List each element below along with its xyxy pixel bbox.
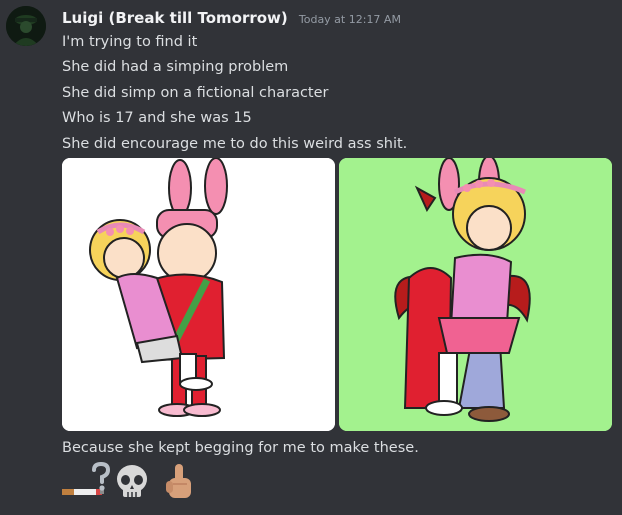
message-header: Luigi (Break till Tomorrow) Today at 12:…	[62, 8, 401, 27]
cartoon-couple-illustration-icon	[62, 158, 335, 431]
image-attachment-1[interactable]	[62, 158, 335, 431]
username[interactable]: Luigi (Break till Tomorrow)	[62, 9, 288, 27]
soldier-avatar-icon	[6, 6, 46, 46]
timestamp[interactable]: Today at 12:17 AM	[299, 13, 401, 26]
question-mark-emoji-icon	[92, 462, 111, 491]
middle-finger-emoji-icon	[166, 464, 191, 498]
message-line: She did had a simping problem	[62, 59, 289, 75]
cartoon-couple-illustration-green-icon	[339, 158, 612, 431]
message-line: Who is 17 and she was 15	[62, 110, 252, 126]
skull-emoji-icon	[117, 465, 147, 497]
message-line: She did simp on a fictional character	[62, 85, 329, 101]
message-line: She did encourage me to do this weird as…	[62, 136, 408, 152]
message-line: Because she kept begging for me to make …	[62, 440, 419, 456]
message-line: I'm trying to find it	[62, 34, 198, 50]
image-attachment-2[interactable]	[339, 158, 612, 431]
user-avatar[interactable]	[6, 6, 46, 46]
